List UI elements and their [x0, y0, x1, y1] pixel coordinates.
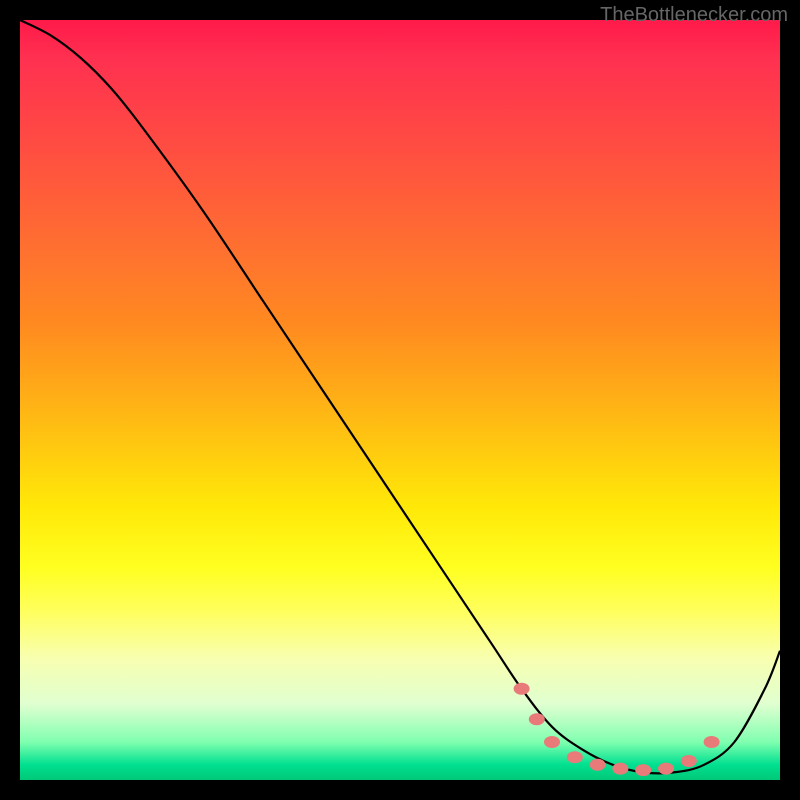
highlighted-markers: [514, 683, 720, 776]
marker-point: [612, 763, 628, 775]
marker-point: [567, 751, 583, 763]
marker-point: [529, 713, 545, 725]
marker-point: [681, 755, 697, 767]
watermark-text: TheBottlenecker.com: [600, 4, 788, 27]
marker-point: [590, 759, 606, 771]
chart-svg: [20, 20, 780, 780]
marker-point: [704, 736, 720, 748]
marker-point: [635, 764, 651, 776]
marker-point: [544, 736, 560, 748]
plot-area: [20, 20, 780, 780]
marker-point: [658, 763, 674, 775]
bottleneck-curve: [20, 20, 780, 773]
marker-point: [514, 683, 530, 695]
